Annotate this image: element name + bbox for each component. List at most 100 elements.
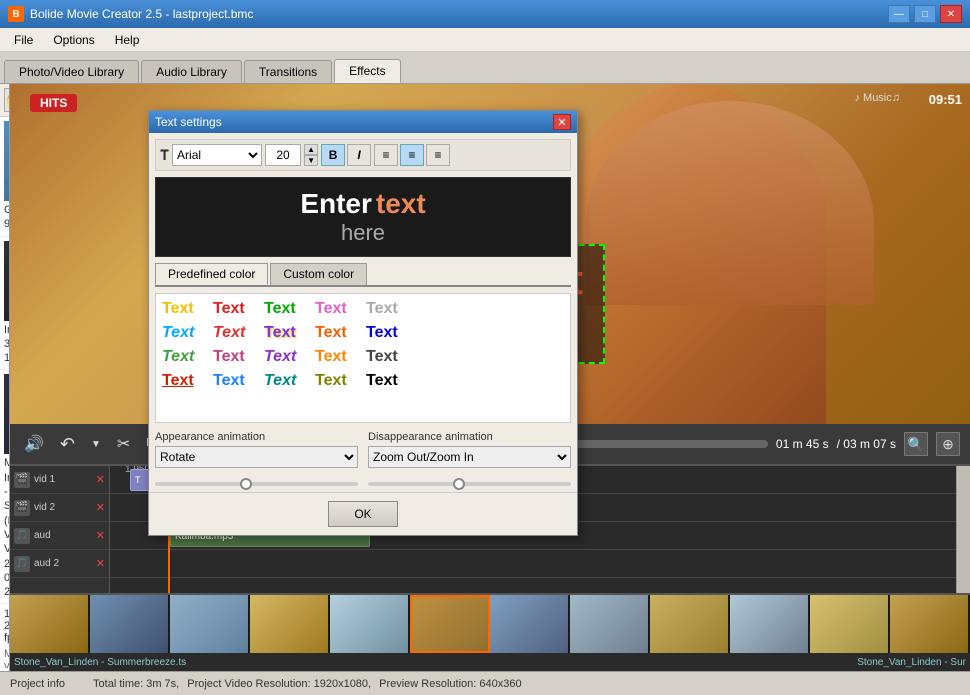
maximize-btn[interactable]: □ — [914, 5, 936, 23]
font-icon: 𝐓 — [160, 147, 169, 164]
track-label-1: 🎬 vid 2 ✕ — [10, 494, 109, 522]
track-close-2[interactable]: ✕ — [96, 529, 105, 542]
minimize-btn[interactable]: — — [888, 5, 910, 23]
film-frame-3[interactable] — [250, 595, 330, 653]
film-frame-7[interactable] — [570, 595, 650, 653]
current-time: 01 m 45 s — [776, 437, 829, 451]
undo-dropdown[interactable]: ▼ — [87, 437, 105, 452]
swatch-12[interactable]: Text — [264, 348, 309, 366]
swatch-5[interactable]: Text — [162, 324, 207, 342]
tab-photo-video-library[interactable]: Photo/Video Library — [4, 60, 139, 83]
media-label-1: Invaders_Must_Die_(1... 3m 16s — [4, 323, 5, 366]
swatch-11[interactable]: Text — [213, 348, 258, 366]
swatch-1[interactable]: Text — [213, 300, 258, 318]
volume-btn[interactable]: 🔊 — [20, 432, 48, 456]
italic-btn[interactable]: I — [347, 144, 371, 166]
dialog-body: 𝐓 Arial ▲ ▼ B I ≡ ≡ ≡ — [149, 133, 577, 492]
track-label-3: 🎵 aud 2 ✕ — [10, 550, 109, 578]
align-center-btn[interactable]: ≡ — [400, 144, 424, 166]
custom-color-tab[interactable]: Custom color — [270, 263, 367, 285]
swatch-2[interactable]: Text — [264, 300, 309, 318]
dialog-footer: OK — [149, 492, 577, 535]
font-select[interactable]: Arial — [172, 144, 262, 166]
tab-transitions[interactable]: Transitions — [244, 60, 332, 83]
tp-text: text — [376, 188, 426, 220]
swatch-18[interactable]: Text — [315, 372, 360, 390]
film-frame-5[interactable] — [410, 595, 490, 653]
swatch-15[interactable]: Text — [162, 372, 207, 390]
film-frame-9[interactable] — [730, 595, 810, 653]
tab-effects[interactable]: Effects — [334, 59, 400, 83]
disappearance-slider[interactable] — [368, 482, 571, 486]
font-size-input[interactable] — [265, 144, 301, 166]
swatch-16[interactable]: Text — [213, 372, 258, 390]
align-right-btn[interactable]: ≡ — [426, 144, 450, 166]
status-preview-resolution: Preview Resolution: 640x360 — [379, 678, 521, 690]
media-item-1[interactable]: Invaders Must Die Invaders_Must_Die_(1..… — [0, 237, 9, 371]
predefined-color-tab[interactable]: Predefined color — [155, 263, 268, 285]
appearance-select[interactable]: Rotate — [155, 446, 358, 468]
media-item-0[interactable]: GOPR GOPR0060.MP4 9.759s — [0, 117, 9, 237]
swatch-19[interactable]: Text — [366, 372, 411, 390]
spin-up[interactable]: ▲ — [304, 144, 318, 155]
dialog-title-bar: Text settings ✕ — [149, 111, 577, 133]
close-btn[interactable]: ✕ — [940, 5, 962, 23]
swatch-10[interactable]: Text — [162, 348, 207, 366]
zoom-in-btn[interactable]: ⊕ — [936, 432, 960, 456]
track-icon-2: 🎵 — [14, 528, 30, 544]
film-frame-10[interactable] — [810, 595, 890, 653]
timeline-tracks: 🎬 vid 1 ✕ 🎬 vid 2 ✕ 🎵 aud ✕ — [10, 466, 110, 593]
appearance-slider[interactable] — [155, 482, 358, 486]
tp-here: here — [341, 220, 385, 246]
swatch-17[interactable]: Text — [264, 372, 309, 390]
swatch-13[interactable]: Text — [315, 348, 360, 366]
swatch-9[interactable]: Text — [366, 324, 411, 342]
track-close-3[interactable]: ✕ — [96, 557, 105, 570]
align-left-btn[interactable]: ≡ — [374, 144, 398, 166]
font-toolbar: 𝐓 Arial ▲ ▼ B I ≡ ≡ ≡ — [155, 139, 571, 171]
swatch-14[interactable]: Text — [366, 348, 411, 366]
swatch-7[interactable]: Text — [264, 324, 309, 342]
film-frame-6[interactable] — [490, 595, 570, 653]
bold-btn[interactable]: B — [321, 144, 345, 166]
film-frame-4[interactable] — [330, 595, 410, 653]
film-frame-2[interactable] — [170, 595, 250, 653]
dialog-title: Text settings — [155, 115, 222, 129]
swatch-8[interactable]: Text — [315, 324, 360, 342]
swatch-4[interactable]: Text — [366, 300, 411, 318]
track-close-0[interactable]: ✕ — [96, 473, 105, 486]
resolution-info: 1920x1080(16/9) 25 fps Ma... vid... — [0, 604, 9, 668]
menu-file[interactable]: File — [4, 31, 43, 49]
media-label-2: Milk Inc. - Shadow (Li... Villa Vanhilt … — [4, 456, 5, 599]
undo-btn[interactable]: ↶ — [56, 432, 79, 457]
disappearance-select[interactable]: Zoom Out/Zoom In — [368, 446, 571, 468]
menu-options[interactable]: Options — [43, 31, 104, 49]
swatch-0[interactable]: Text — [162, 300, 207, 318]
menu-bar: File Options Help — [0, 28, 970, 52]
text-settings-dialog: Text settings ✕ 𝐓 Arial ▲ ▼ B I — [148, 110, 578, 536]
film-frame-11[interactable] — [890, 595, 970, 653]
menu-help[interactable]: Help — [105, 31, 150, 49]
tab-audio-library[interactable]: Audio Library — [141, 60, 242, 83]
media-item-2[interactable]: MILK INC Milk Inc. - Shadow (Li... Villa… — [0, 370, 9, 604]
film-frame-0[interactable] — [10, 595, 90, 653]
cut-btn[interactable]: ✂ — [113, 432, 134, 456]
film-frame-8[interactable] — [650, 595, 730, 653]
swatch-6[interactable]: Text — [213, 324, 258, 342]
swatch-3[interactable]: Text — [315, 300, 360, 318]
spin-down[interactable]: ▼ — [304, 155, 318, 166]
filmstrip — [10, 593, 970, 653]
ok-btn[interactable]: OK — [328, 501, 398, 527]
media-list: GOPR GOPR0060.MP4 9.759s Invaders Must D… — [0, 117, 9, 668]
dialog-close-btn[interactable]: ✕ — [553, 114, 571, 130]
swatch-row-3: Text Text Text Text Text — [162, 372, 564, 390]
right-scrollbar[interactable] — [956, 466, 970, 593]
film-frame-1[interactable] — [90, 595, 170, 653]
disappearance-slider-handle[interactable] — [453, 478, 465, 490]
preview-time: 09:51 — [929, 92, 962, 107]
zoom-out-btn[interactable]: 🔍 — [904, 432, 928, 456]
appearance-slider-handle[interactable] — [240, 478, 252, 490]
color-tabs: Predefined color Custom color — [155, 263, 571, 287]
track-close-1[interactable]: ✕ — [96, 501, 105, 514]
title-bar: B Bolide Movie Creator 2.5 - lastproject… — [0, 0, 970, 28]
